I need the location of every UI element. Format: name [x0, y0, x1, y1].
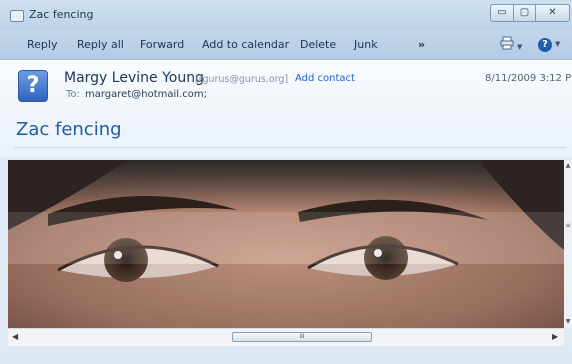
add-contact-link[interactable]: Add contact	[295, 73, 355, 84]
scroll-up-icon[interactable]: ▲	[564, 162, 572, 169]
to-label: To:	[66, 89, 80, 100]
horizontal-scrollbar[interactable]: ◀ III ▶	[8, 328, 564, 346]
minimize-button[interactable]: ▭	[490, 4, 514, 22]
window-title: Zac fencing	[29, 8, 94, 21]
recipient-address: margaret@hotmail.com;	[85, 89, 207, 100]
junk-button[interactable]: Junk	[354, 38, 378, 51]
print-button[interactable]: ▼	[500, 36, 522, 53]
contact-avatar-icon: ?	[18, 70, 48, 102]
chevron-down-icon: ▼	[517, 42, 523, 51]
reply-button[interactable]: Reply	[27, 38, 57, 51]
title-bar: Zac fencing ▭ ▢ ✕	[0, 0, 572, 30]
scroll-thumb-icon[interactable]: ≡	[564, 222, 572, 229]
scroll-down-icon[interactable]: ▼	[564, 318, 572, 325]
message-subject: Zac fencing	[16, 119, 122, 140]
scroll-left-icon[interactable]: ◀	[12, 332, 18, 341]
add-to-calendar-button[interactable]: Add to calendar	[202, 38, 289, 51]
toolbar: Reply Reply all Forward Add to calendar …	[0, 30, 572, 60]
vertical-scrollbar[interactable]: ▲ ≡ ▼	[564, 160, 572, 328]
sender-name: Margy Levine Young	[64, 70, 204, 86]
print-icon	[500, 36, 514, 50]
horizontal-scroll-thumb[interactable]: III	[232, 332, 372, 342]
maximize-button[interactable]: ▢	[514, 4, 536, 22]
eyes-photo	[8, 160, 564, 328]
scroll-right-icon[interactable]: ▶	[552, 332, 558, 341]
sender-email: [rgurus@gurus.org]	[195, 74, 289, 85]
message-photo	[8, 160, 564, 328]
close-button[interactable]: ✕	[536, 4, 570, 22]
help-icon: ?	[538, 38, 552, 52]
message-date: 8/11/2009 3:12 PM	[485, 73, 572, 84]
divider	[14, 147, 566, 148]
delete-button[interactable]: Delete	[300, 38, 336, 51]
forward-button[interactable]: Forward	[140, 38, 184, 51]
status-strip	[0, 346, 572, 364]
more-commands-button[interactable]: »	[418, 38, 425, 51]
chevron-down-icon: ▼	[555, 39, 561, 48]
mail-window-icon	[10, 10, 24, 22]
help-button[interactable]: ? ▼	[538, 36, 560, 52]
reply-all-button[interactable]: Reply all	[77, 38, 124, 51]
